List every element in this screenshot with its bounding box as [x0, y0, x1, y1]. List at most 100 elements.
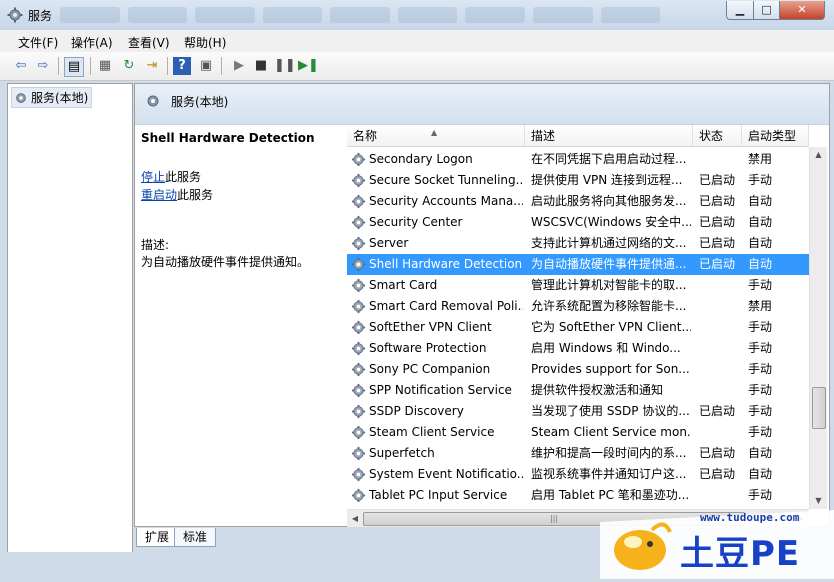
maximize-button[interactable]: □: [753, 1, 780, 20]
menu-file[interactable]: 文件(F): [18, 34, 58, 51]
table-row[interactable]: Sony PC Companion Provides support for So…: [347, 359, 809, 380]
restart-service-line: 重启动此服务: [141, 186, 213, 203]
table-row[interactable]: System Event Notificatio... 监视系统事件并通知订户这.…: [347, 464, 809, 485]
tree-item-services-local[interactable]: 服务(本地): [11, 87, 93, 108]
menu-help[interactable]: 帮助(H): [184, 34, 226, 51]
description-text: 为自动播放硬件事件提供通知。: [141, 255, 310, 269]
service-status-cell: 已启动: [699, 467, 736, 481]
service-status-cell: 已启动: [699, 446, 736, 460]
show-console-tree-icon[interactable]: ▤: [64, 57, 84, 77]
service-startup-cell: 手动: [748, 425, 773, 439]
column-status-label: 状态: [699, 129, 724, 143]
service-startup-cell: 禁用: [748, 299, 773, 313]
table-row[interactable]: Secondary Logon 在不同凭据下启用启动过程... 禁用: [347, 149, 809, 170]
menu-action[interactable]: 操作(A): [71, 34, 113, 51]
stop-service-icon[interactable]: ■: [252, 57, 270, 75]
title-bar[interactable]: 服务 ▁ □ ✕: [0, 0, 834, 30]
service-name-cell: Secure Socket Tunneling...: [369, 173, 523, 187]
minimize-button[interactable]: ▁: [726, 1, 754, 20]
table-row[interactable]: Tablet PC Input Service 启用 Tablet PC 笔和墨迹…: [347, 485, 809, 506]
action-pane-icon[interactable]: ▣: [197, 57, 215, 75]
table-row[interactable]: Shell Hardware Detection 为自动播放硬件事件提供通... 已…: [347, 254, 809, 275]
close-button[interactable]: ✕: [779, 1, 825, 20]
column-header-description[interactable]: 描述: [525, 125, 693, 147]
scroll-up-icon[interactable]: ▲: [810, 147, 827, 163]
service-name-cell: Smart Card Removal Poli...: [369, 299, 523, 313]
service-desc-cell: 启动此服务将向其他服务发...: [531, 194, 687, 208]
column-header-status[interactable]: 状态: [693, 125, 742, 147]
service-gear-icon: [351, 446, 366, 461]
service-desc-cell: 支持此计算机通过网络的文...: [531, 236, 687, 250]
column-name-label: 名称: [353, 129, 378, 143]
column-header-startup-type[interactable]: 启动类型: [742, 125, 809, 147]
menu-view[interactable]: 查看(V): [128, 34, 170, 51]
table-row[interactable]: Steam Client Service Steam Client Service…: [347, 422, 809, 443]
service-desc-cell: Steam Client Service mon...: [531, 425, 691, 439]
table-row[interactable]: SSDP Discovery 当发现了使用 SSDP 协议的... 已启动 手动: [347, 401, 809, 422]
service-gear-icon: [351, 215, 366, 230]
column-start-label: 启动类型: [748, 129, 797, 143]
service-name-cell: SPP Notification Service: [369, 383, 512, 397]
service-desc-cell: 它为 SoftEther VPN Client...: [531, 320, 691, 334]
service-desc-cell: 提供软件授权激活和通知: [531, 383, 664, 397]
table-row[interactable]: Secure Socket Tunneling... 提供使用 VPN 连接到远程…: [347, 170, 809, 191]
restart-service-link[interactable]: 重启动: [141, 188, 177, 202]
table-row[interactable]: SoftEther VPN Client 它为 SoftEther VPN Cli…: [347, 317, 809, 338]
vertical-scroll-thumb[interactable]: [812, 387, 826, 429]
scroll-left-icon[interactable]: ◀: [347, 510, 363, 527]
service-gear-icon: [351, 173, 366, 188]
services-gear-icon: [147, 95, 159, 107]
export-list-icon[interactable]: ⇥: [143, 57, 161, 75]
service-status-cell: 已启动: [699, 257, 736, 271]
service-status-cell: 已启动: [699, 194, 736, 208]
service-gear-icon: [351, 404, 366, 419]
service-gear-icon: [351, 299, 366, 314]
service-gear-icon: [351, 362, 366, 377]
service-name-cell: Tablet PC Input Service: [369, 488, 508, 502]
service-gear-icon: [351, 467, 366, 482]
service-gear-icon: [351, 341, 366, 356]
stop-suffix: 此服务: [165, 170, 202, 184]
service-name-cell: SSDP Discovery: [369, 404, 464, 418]
service-desc-cell: Provides support for Son...: [531, 362, 690, 376]
menu-bar: 文件(F) 操作(A) 查看(V) 帮助(H): [0, 30, 834, 53]
table-row[interactable]: Security Accounts Mana... 启动此服务将向其他服务发...…: [347, 191, 809, 212]
stop-service-link[interactable]: 停止: [141, 170, 165, 184]
tab-standard[interactable]: 标准: [174, 528, 217, 547]
service-startup-cell: 禁用: [748, 152, 773, 166]
service-desc-cell: 启用 Tablet PC 笔和墨迹功...: [531, 488, 690, 502]
back-arrow-icon[interactable]: ⇦: [12, 57, 30, 75]
forward-arrow-icon[interactable]: ⇨: [34, 57, 52, 75]
start-service-icon[interactable]: ▶: [230, 57, 248, 75]
service-startup-cell: 自动: [748, 467, 773, 481]
service-name-cell: System Event Notificatio...: [369, 467, 523, 481]
service-status-cell: 已启动: [699, 215, 736, 229]
table-row[interactable]: Smart Card 管理此计算机对智能卡的取... 手动: [347, 275, 809, 296]
service-name-cell: Security Accounts Mana...: [369, 194, 523, 208]
refresh-icon[interactable]: ↻: [120, 57, 138, 75]
service-gear-icon: [351, 278, 366, 293]
table-row[interactable]: Security Center WSCSVC(Windows 安全中... 已启动自…: [347, 212, 809, 233]
column-desc-label: 描述: [531, 129, 556, 143]
pause-service-icon[interactable]: ❚❚: [274, 57, 296, 75]
help-icon[interactable]: ?: [173, 57, 191, 75]
table-row[interactable]: Superfetch 维护和提高一段时间内的系... 已启动 自动: [347, 443, 809, 464]
sort-ascending-icon: ▲: [431, 128, 438, 137]
vertical-scrollbar[interactable]: ▲ ▼: [809, 147, 827, 509]
restart-service-icon[interactable]: ▶❚: [298, 57, 319, 75]
service-status-cell: 已启动: [699, 404, 736, 418]
tab-extended[interactable]: 扩展: [136, 528, 179, 547]
service-startup-cell: 手动: [748, 362, 773, 376]
table-row[interactable]: Software Protection 启用 Windows 和 Windo...…: [347, 338, 809, 359]
service-startup-cell: 自动: [748, 236, 773, 250]
table-row[interactable]: Smart Card Removal Poli... 允许系统配置为移除智能卡..…: [347, 296, 809, 317]
service-detail-pane: Shell Hardware Detection 停止此服务 重启动此服务 描述…: [135, 125, 346, 525]
service-name-cell: Security Center: [369, 215, 463, 229]
table-row[interactable]: Server 支持此计算机通过网络的文... 已启动 自动: [347, 233, 809, 254]
column-header-name[interactable]: ▲ 名称: [347, 125, 525, 147]
service-startup-cell: 自动: [748, 446, 773, 460]
properties-icon[interactable]: ▦: [96, 57, 114, 75]
table-row[interactable]: SPP Notification Service 提供软件授权激活和通知 手动: [347, 380, 809, 401]
service-desc-cell: WSCSVC(Windows 安全中...: [531, 215, 691, 229]
service-status-cell: 已启动: [699, 236, 736, 250]
